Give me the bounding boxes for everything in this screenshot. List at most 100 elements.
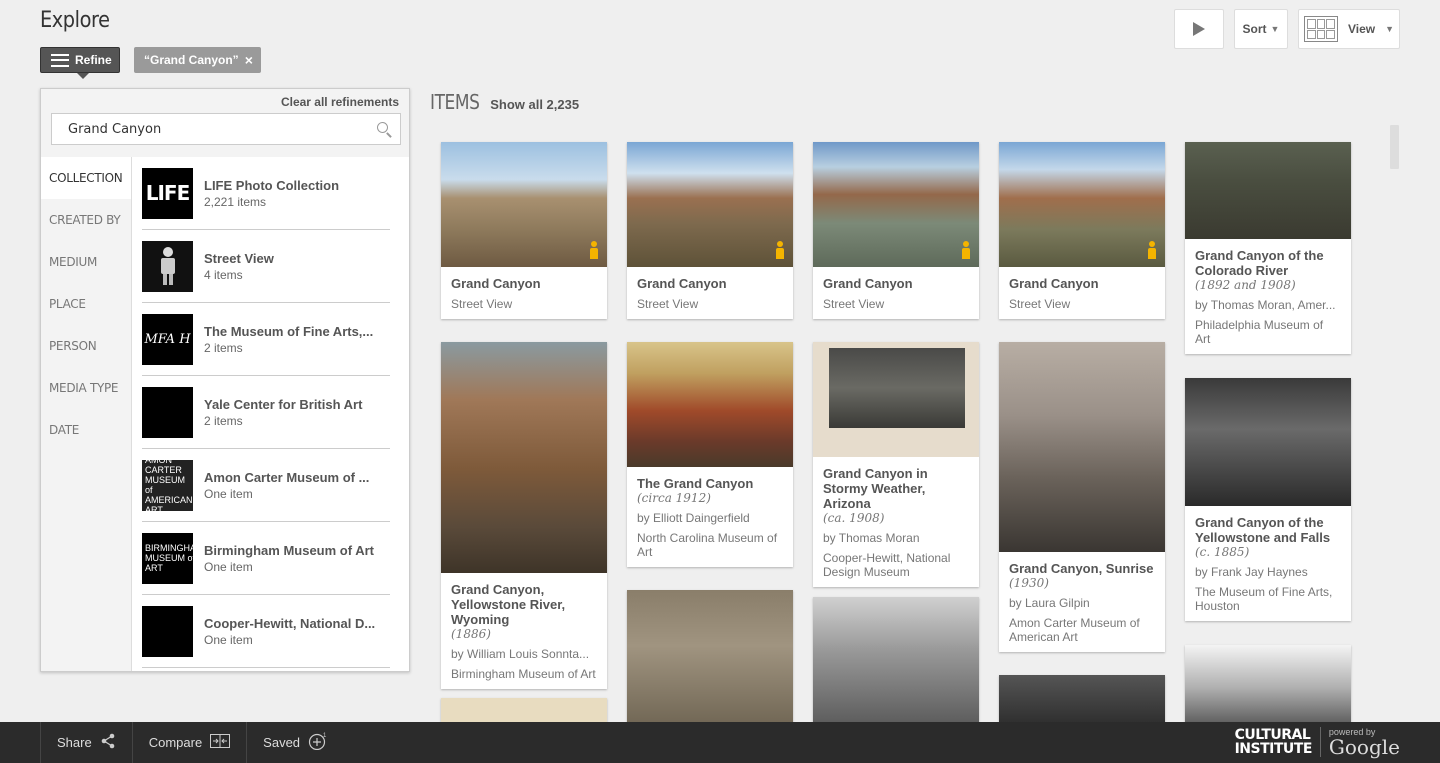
view-button[interactable]: View ▼ — [1298, 9, 1400, 49]
facet-person[interactable]: PERSON — [41, 325, 131, 367]
collection-name: Cooper-Hewitt, National D... — [204, 615, 376, 631]
collection-logo: AMON CARTER MUSEUM of AMERICAN ART — [142, 459, 193, 511]
compare-icon — [210, 734, 231, 751]
collection-name: Yale Center for British Art — [204, 396, 363, 412]
show-all-link[interactable]: Show all 2,235 — [490, 97, 579, 112]
item-title: Grand Canyon in Stormy Weather, Arizona — [823, 466, 928, 511]
clear-all-refinements-link[interactable]: Clear all refinements — [281, 95, 399, 109]
pegman-icon — [775, 241, 785, 259]
item-card[interactable]: Grand Canyon Street View — [813, 142, 979, 319]
item-author: by William Louis Sonntа... — [451, 647, 590, 661]
item-card[interactable]: Grand Canyon, Yellowstone River, Wyoming… — [441, 342, 607, 689]
collection-item[interactable]: BIRMINGHAM MUSEUM of ART Birmingham Muse… — [142, 522, 390, 595]
saved-button[interactable]: Saved 1 — [246, 722, 344, 763]
chevron-down-icon: ▼ — [1385, 24, 1395, 34]
item-author: by Laura Gilpin — [1009, 596, 1090, 610]
facet-date[interactable]: DATE — [41, 409, 131, 451]
facet-list: COLLECTION CREATED BY MEDIUM PLACE PERSO… — [41, 157, 131, 451]
item-card[interactable]: Grand Canyon in Stormy Weather, Arizona … — [813, 342, 979, 587]
item-title: Grand Canyon, Sunrise — [1009, 561, 1154, 576]
search-chip-label: “Grand Canyon” — [144, 53, 239, 67]
item-title: Grand Canyon — [451, 276, 541, 291]
saved-label: Saved — [263, 735, 301, 750]
collection-item[interactable]: Yale Center for British Art 2 items — [142, 376, 390, 449]
item-title: Grand Canyon, Yellowstone River, Wyoming — [451, 582, 566, 627]
item-title: Grand Canyon — [823, 276, 913, 291]
item-card[interactable]: Grand Canyon Street View — [999, 142, 1165, 319]
menu-icon — [51, 53, 69, 67]
pegman-icon — [142, 240, 193, 292]
item-card[interactable]: The Grand Canyon (circa 1912) by Elliott… — [627, 342, 793, 567]
item-card[interactable]: Grand Canyon Street View — [441, 142, 607, 319]
collection-count: 4 items — [204, 267, 243, 282]
item-author: by Thomas Moran — [823, 531, 920, 545]
item-date: (1892 and 1908) — [1195, 278, 1296, 292]
view-label: View — [1347, 22, 1376, 36]
collection-logo: BIRMINGHAM MUSEUM of ART — [142, 532, 193, 584]
refine-button[interactable]: Refine — [40, 47, 120, 79]
item-image — [441, 142, 607, 267]
collection-name: The Museum of Fine Arts,... — [204, 323, 374, 339]
item-title: Grand Canyon — [637, 276, 727, 291]
share-label: Share — [57, 735, 92, 750]
item-date: (circa 1912) — [637, 491, 711, 505]
item-date: (1930) — [1009, 576, 1049, 590]
item-image — [999, 142, 1165, 267]
collection-item[interactable]: MFA H The Museum of Fine Arts,... 2 item… — [142, 303, 390, 376]
search-icon[interactable] — [370, 114, 400, 144]
facet-collection[interactable]: COLLECTION — [41, 157, 131, 199]
collection-count: One item — [204, 486, 253, 501]
google-logo: Google — [1328, 735, 1400, 759]
item-card[interactable] — [813, 597, 979, 727]
scrollbar[interactable] — [1390, 125, 1399, 169]
item-title: The Grand Canyon — [637, 476, 754, 491]
collection-item[interactable]: Street View 4 items — [142, 230, 390, 303]
collection-item[interactable]: LIFE LIFE Photo Collection 2,221 items — [142, 157, 390, 230]
item-title: Grand Canyon of the Yellowstone and Fall… — [1195, 515, 1331, 545]
item-card[interactable]: Grand Canyon of the Colorado River (1892… — [1185, 142, 1351, 354]
compare-label: Compare — [148, 735, 203, 750]
facet-medium[interactable]: MEDIUM — [41, 241, 131, 283]
facet-media-type[interactable]: MEDIA TYPE — [41, 367, 131, 409]
item-image — [813, 342, 979, 457]
facet-place[interactable]: PLACE — [41, 283, 131, 325]
pegman-icon — [589, 241, 599, 259]
play-button[interactable] — [1174, 9, 1224, 49]
collection-count: 2 items — [204, 340, 243, 355]
item-card[interactable] — [1185, 645, 1351, 730]
add-saved-icon: 1 — [308, 732, 328, 753]
footer-bar: Share Compare Saved 1 CULTURAL INSTITUTE… — [0, 722, 1440, 763]
collection-count: 2,221 items — [204, 194, 267, 209]
item-card[interactable] — [627, 590, 793, 730]
item-source: Cooper-Hewitt, National Design Museum — [823, 551, 951, 579]
item-date: (c. 1885) — [1195, 545, 1250, 559]
item-author: by Elliott Daingerfield — [637, 511, 750, 525]
share-icon — [100, 733, 116, 752]
collection-name: Amon Carter Museum of ... — [204, 469, 370, 485]
chip-close-icon[interactable]: × — [245, 52, 253, 68]
item-card[interactable]: Grand Canyon Street View — [627, 142, 793, 319]
item-date: (ca. 1908) — [823, 511, 885, 525]
item-card[interactable]: Grand Canyon, Sunrise (1930) by Laura Gi… — [999, 342, 1165, 652]
collection-item[interactable]: AMON CARTER MUSEUM of AMERICAN ART Amon … — [142, 449, 390, 522]
facet-created-by[interactable]: CREATED BY — [41, 199, 131, 241]
item-source: Street View — [637, 297, 699, 311]
item-image — [441, 342, 607, 573]
item-card[interactable]: Grand Canyon of the Yellowstone and Fall… — [1185, 378, 1351, 621]
item-author: by Frank Jay Haynes — [1195, 565, 1308, 579]
collection-name: Street View — [204, 250, 274, 266]
sort-label: Sort — [1242, 22, 1267, 36]
collection-logo — [142, 605, 193, 657]
collection-logo: MFA H — [142, 313, 193, 365]
collection-item[interactable]: Cooper-Hewitt, National D... One item — [142, 595, 390, 668]
item-image — [813, 142, 979, 267]
share-button[interactable]: Share — [40, 722, 132, 763]
item-source: Amon Carter Museum of American Art — [1009, 616, 1140, 644]
search-input[interactable] — [52, 114, 370, 144]
item-image — [1185, 142, 1351, 239]
sort-button[interactable]: Sort ▼ — [1234, 9, 1288, 49]
item-source: The Museum of Fine Arts, Houston — [1195, 585, 1333, 613]
collection-logo — [142, 386, 193, 438]
compare-button[interactable]: Compare — [131, 722, 246, 763]
pegman-icon — [1147, 241, 1157, 259]
